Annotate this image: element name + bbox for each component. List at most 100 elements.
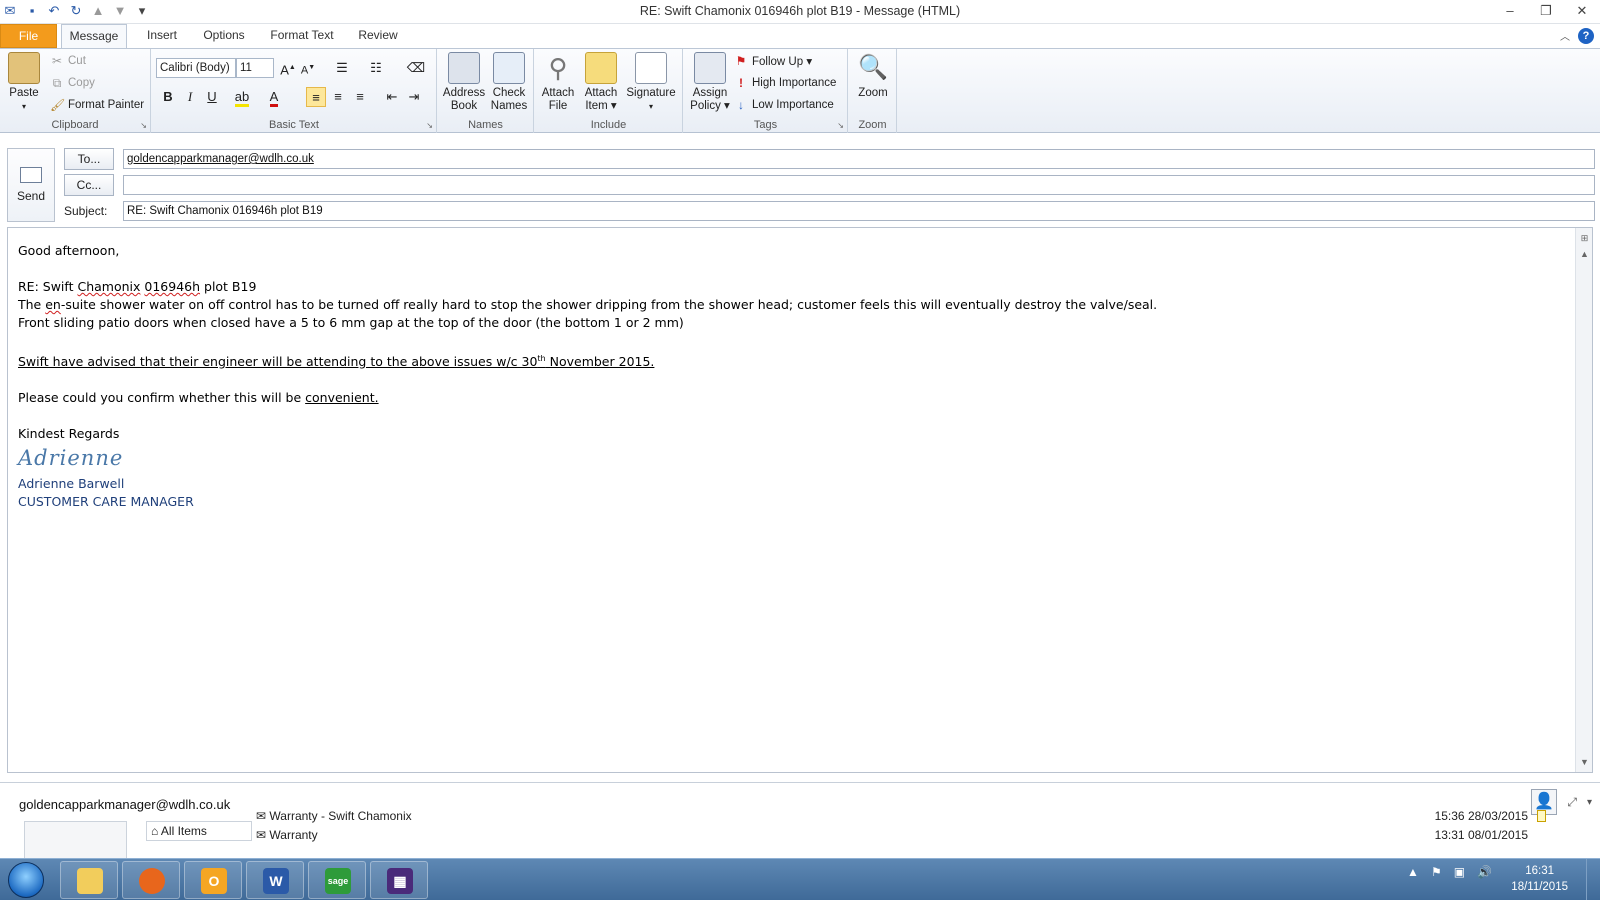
bullets-icon[interactable]: ☰ — [332, 58, 352, 78]
collapse-ribbon-icon[interactable]: ︿ — [1560, 28, 1570, 44]
to-button[interactable]: To... — [64, 148, 114, 170]
recipient-address[interactable]: goldencapparkmanager@wdlh.co.uk — [127, 153, 314, 165]
restore-button[interactable]: ❐ — [1528, 0, 1564, 24]
show-hidden-icons[interactable]: ▲ — [1407, 865, 1419, 879]
tab-message[interactable]: Message — [61, 24, 127, 49]
tab-format-text[interactable]: Format Text — [264, 24, 340, 48]
word-icon: W — [263, 868, 289, 894]
all-items-filter[interactable]: ⌂ All Items — [146, 821, 252, 841]
numbering-icon[interactable]: ☷ — [366, 58, 386, 78]
font-color-icon[interactable]: A — [264, 87, 284, 107]
tab-review[interactable]: Review — [350, 24, 406, 48]
reference-line: RE: Swift Chamonix 016946h plot B19 — [18, 279, 257, 294]
align-left-icon[interactable]: ≡ — [306, 87, 326, 107]
assign-policy-button[interactable]: Assign Policy ▾ — [688, 52, 732, 113]
tab-file[interactable]: File — [0, 24, 57, 48]
basic-text-group-label: Basic Text — [269, 119, 319, 131]
send-icon — [20, 167, 42, 183]
help-icon[interactable]: ? — [1578, 28, 1594, 44]
address-book-button[interactable]: Address Book — [442, 52, 486, 113]
ruler-toggle-icon[interactable]: ⊞ — [1576, 230, 1593, 246]
cut-button[interactable]: ✂ Cut — [50, 54, 86, 68]
check-names-button[interactable]: Check Names — [488, 52, 530, 113]
highlight-icon[interactable]: ab — [232, 87, 252, 107]
attach-item-button[interactable]: Attach Item ▾ — [581, 52, 621, 113]
low-importance-button[interactable]: ↓ Low Importance — [734, 98, 834, 112]
signature-name: Adrienne Barwell — [18, 476, 125, 492]
underline-icon[interactable]: U — [202, 87, 222, 107]
scroll-up-icon[interactable]: ▲ — [1576, 246, 1593, 262]
to-field[interactable]: goldencapparkmanager@wdlh.co.uk — [123, 149, 1595, 169]
align-center-icon[interactable]: ≡ — [328, 87, 348, 107]
down-arrow-icon: ↓ — [738, 98, 744, 112]
zoom-group-label: Zoom — [858, 119, 887, 131]
message-body-editor[interactable]: Good afternoon, RE: Swift Chamonix 01694… — [7, 227, 1593, 773]
volume-icon[interactable]: 🔊 — [1477, 865, 1492, 879]
show-desktop-button[interactable] — [1586, 859, 1600, 900]
dialog-launcher-icon[interactable]: ↘ — [140, 121, 147, 130]
subject-field[interactable]: RE: Swift Chamonix 016946h plot B19 — [123, 201, 1595, 221]
taskbar-calculator[interactable]: ▦ — [370, 861, 428, 899]
contact-photo — [24, 821, 127, 861]
cc-button[interactable]: Cc... — [64, 174, 114, 196]
font-name-combo[interactable]: Calibri (Body) — [156, 58, 236, 78]
calculator-icon: ▦ — [387, 868, 413, 894]
tab-options[interactable]: Options — [196, 24, 252, 48]
follow-up-button[interactable]: ⚑ Follow Up ▾ — [734, 54, 813, 68]
signature-title: CUSTOMER CARE MANAGER — [18, 494, 194, 510]
italic-icon[interactable]: I — [180, 87, 200, 107]
taskbar-sage[interactable]: sage — [308, 861, 366, 899]
send-button[interactable]: Send — [7, 148, 55, 222]
message-body[interactable]: Good afternoon, RE: Swift Chamonix 01694… — [18, 242, 1157, 511]
firefox-icon — [139, 868, 165, 894]
taskbar-outlook[interactable]: O — [184, 861, 242, 899]
start-button[interactable] — [8, 862, 44, 898]
taskbar-explorer[interactable] — [60, 861, 118, 899]
scroll-down-icon[interactable]: ▼ — [1576, 754, 1593, 770]
increase-indent-icon[interactable]: ⇥ — [404, 87, 424, 107]
outlook-icon: O — [201, 868, 227, 894]
paste-button[interactable]: Paste ▾ — [6, 52, 42, 113]
zoom-button[interactable]: 🔍 Zoom — [853, 52, 893, 100]
shrink-font-icon[interactable]: A▼ — [298, 58, 318, 78]
check-names-icon — [493, 52, 525, 84]
engineer-visit: Swift have advised that their engineer w… — [18, 354, 655, 370]
collapse-pane-icon[interactable]: ▾ — [1587, 797, 1592, 808]
policy-icon — [694, 52, 726, 84]
names-group-label: Names — [468, 119, 503, 131]
align-right-icon[interactable]: ≡ — [350, 87, 370, 107]
copy-button[interactable]: ⧉ Copy — [50, 76, 95, 90]
taskbar-word[interactable]: W — [246, 861, 304, 899]
tab-insert[interactable]: Insert — [137, 24, 187, 48]
signature-button[interactable]: Signature ▾ — [623, 52, 679, 113]
dialog-launcher-icon[interactable]: ↘ — [837, 121, 844, 130]
taskbar-firefox[interactable] — [122, 861, 180, 899]
paperclip-icon: ⚲ — [548, 53, 568, 83]
font-size-combo[interactable]: 11 — [236, 58, 274, 78]
clear-formatting-icon[interactable]: ⌫ — [406, 58, 426, 78]
system-clock[interactable]: 16:31 18/11/2015 — [1511, 863, 1568, 895]
high-importance-button[interactable]: ! High Importance — [734, 76, 836, 90]
decrease-indent-icon[interactable]: ⇤ — [382, 87, 402, 107]
close-button[interactable]: ✕ — [1564, 0, 1600, 24]
cc-field[interactable] — [123, 175, 1595, 195]
bold-icon[interactable]: B — [158, 87, 178, 107]
dialog-launcher-icon[interactable]: ↘ — [426, 121, 433, 130]
greeting: Good afternoon, — [18, 243, 120, 258]
vertical-scrollbar[interactable]: ⊞ ▲ ▼ — [1575, 228, 1592, 772]
expand-pane-icon[interactable]: ⤢ — [1567, 795, 1577, 810]
grow-font-icon[interactable]: A▲ — [278, 58, 298, 78]
exclamation-icon: ! — [739, 76, 743, 90]
action-center-flag-icon[interactable]: ⚑ — [1431, 865, 1442, 879]
format-painter-button[interactable]: 🖌 Format Painter — [50, 98, 144, 112]
network-icon[interactable]: ▣ — [1454, 865, 1465, 879]
mail-date: 13:31 08/01/2015 — [1434, 828, 1528, 842]
people-pane-contact: goldencapparkmanager@wdlh.co.uk — [19, 797, 231, 812]
minimize-button[interactable]: – — [1492, 0, 1528, 24]
flag-icon[interactable] — [1537, 810, 1546, 822]
signature-icon — [635, 52, 667, 84]
taskbar: O W sage ▦ ▲ ⚑ ▣ 🔊 16:31 18/11/2015 — [0, 858, 1600, 900]
attach-file-button[interactable]: ⚲ Attach File — [539, 52, 577, 113]
clipboard-group-label: Clipboard — [51, 119, 99, 131]
system-tray: ▲ ⚑ ▣ 🔊 — [1407, 865, 1492, 879]
